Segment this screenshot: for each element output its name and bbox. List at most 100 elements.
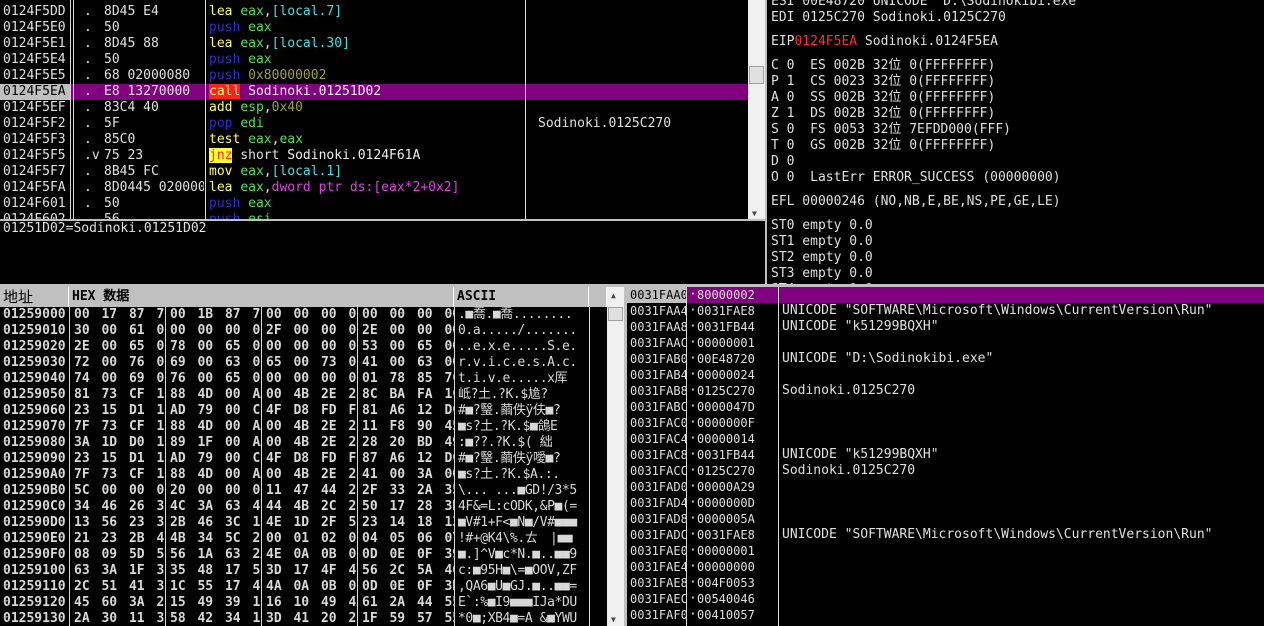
disassembly-pane[interactable]: 0124F5DD. 8D45 E4 lea eax,[local.7] 0124F5E… bbox=[0, 0, 765, 220]
dump-row[interactable]: 012590F0 08 09 5D 5E 56 1A 63 2A 4E 0A 0B 0… bbox=[0, 547, 607, 563]
dump-row[interactable]: 012590A0 7F 73 CF 11 88 4D 00 AA 00 4B 2E 2… bbox=[0, 467, 607, 483]
stack-row[interactable]: 0031FAA8 · 0031FB44 UNICODE "k51299BQXH" bbox=[627, 319, 1264, 335]
stack-value: 00000A29 bbox=[697, 480, 755, 494]
dump-row[interactable]: 01259100 63 3A 1F 39 35 48 17 5C 3D 17 4F 4… bbox=[0, 563, 607, 579]
stack-row[interactable]: 0031FAB4 · 00000024 bbox=[627, 367, 1264, 383]
stack-row[interactable]: 0031FAD4 · 0000000D bbox=[627, 495, 1264, 511]
dump-row[interactable]: 01259120 45 60 3A 25 15 49 39 1F 16 10 49 4… bbox=[0, 595, 607, 611]
stack-comment bbox=[782, 479, 1262, 495]
disassembly-row[interactable]: 0124F5F7. 8B45 FC mov eax,[local.1] bbox=[0, 164, 748, 180]
register-line[interactable]: ESI 00E48720 UNICODE "D:\Sodinokibi.exe" bbox=[771, 0, 1264, 10]
scroll-up-arrow-icon[interactable]: ▲ bbox=[611, 291, 616, 300]
disassembly-row[interactable]: 0124F5E5. 68 02000080 push 0x80000002 bbox=[0, 68, 748, 84]
disassembly-row[interactable]: 0124F5FA. 8D0445 020000 lea eax,dword ptr … bbox=[0, 180, 748, 196]
register-line[interactable]: S 0 FS 0053 32位 7EFDD000(FFF) bbox=[771, 122, 1264, 138]
dump-row[interactable]: 012590B0 5C 00 00 00 20 00 00 00 11 47 44 2… bbox=[0, 483, 607, 499]
stack-row[interactable]: 0031FAD0 · 00000A29 bbox=[627, 479, 1264, 495]
instruction-address: 0124F5F3 bbox=[3, 132, 66, 147]
dump-header-hex[interactable]: HEX 数据 bbox=[69, 287, 454, 307]
disassembly-row[interactable]: 0124F5DD. 8D45 E4 lea eax,[local.7] bbox=[0, 4, 748, 20]
disassembly-row[interactable]: 0124F5E1. 8D45 88 lea eax,[local.30] bbox=[0, 36, 748, 52]
dump-row[interactable]: 01259110 2C 51 41 36 1C 55 17 47 4A 0A 0B 0… bbox=[0, 579, 607, 595]
stack-row[interactable]: 0031FABC · 0000047D bbox=[627, 399, 1264, 415]
register-line[interactable]: Z 1 DS 002B 32位 0(FFFFFFFF) bbox=[771, 106, 1264, 122]
stack-row[interactable]: 0031FACC · 0125C270 Sodinoki.0125C270 bbox=[627, 463, 1264, 479]
disassembly-row[interactable]: 0124F601. 50 push eax bbox=[0, 196, 748, 212]
instruction-token: eax bbox=[279, 132, 303, 147]
disassembly-scrollbar[interactable]: ▼ bbox=[748, 0, 765, 220]
register-line[interactable]: EIP0124F5EA Sodinoki.0124F5EA bbox=[771, 34, 1264, 50]
stack-row[interactable]: 0031FADC · 0031FAE8 UNICODE "SOFTWARE\Micro… bbox=[627, 527, 1264, 543]
dump-row[interactable]: 01259030 72 00 76 00 69 00 63 00 65 00 73 0… bbox=[0, 355, 607, 371]
dump-row[interactable]: 01259090 23 15 D1 11 AD 79 00 C0 4F D8 FD F… bbox=[0, 451, 607, 467]
dump-row[interactable]: 01259070 7F 73 CF 11 88 4D 00 AA 00 4B 2E 2… bbox=[0, 419, 607, 435]
register-line[interactable]: O 0 LastErr ERROR_SUCCESS (00000000) bbox=[771, 170, 1264, 186]
stack-row[interactable]: 0031FAB0 · 00E48720 UNICODE "D:\Sodinokibi.… bbox=[627, 351, 1264, 367]
stack-row[interactable]: 0031FAA0 · 80000002 bbox=[627, 287, 1264, 303]
dump-row[interactable]: 01259130 2A 30 11 3B 58 42 34 11 3D 41 20 2… bbox=[0, 611, 607, 626]
register-line[interactable]: EDI 0125C270 Sodinoki.0125C270 bbox=[771, 10, 1264, 26]
dump-row[interactable]: 01259020 2E 00 65 00 78 00 65 00 00 00 00 0… bbox=[0, 339, 607, 355]
register-line[interactable]: A 0 SS 002B 32位 0(FFFFFFFF) bbox=[771, 90, 1264, 106]
stack-row[interactable]: 0031FAEC · 00540046 bbox=[627, 591, 1264, 607]
register-line[interactable]: T 0 GS 002B 32位 0(FFFFFFFF) bbox=[771, 138, 1264, 154]
dump-row[interactable]: 012590C0 34 46 26 3D 4C 3A 63 4F 44 4B 2C 2… bbox=[0, 499, 607, 515]
dump-header-ascii[interactable]: ASCII bbox=[454, 287, 589, 307]
dump-hex-group: 44 4B 2C 26 bbox=[266, 499, 358, 514]
disassembly-row[interactable]: 0124F5F3. 85C0 test eax,eax bbox=[0, 132, 748, 148]
disassembly-row[interactable]: 0124F5F2. 5F pop edi Sodinoki.0125C270 bbox=[0, 116, 748, 132]
stack-row[interactable]: 0031FAE4 · 00000000 bbox=[627, 559, 1264, 575]
scrollbar-thumb[interactable] bbox=[749, 66, 764, 84]
scrollbar-thumb[interactable] bbox=[608, 307, 623, 321]
stack-row[interactable]: 0031FAAC · 00000001 bbox=[627, 335, 1264, 351]
dump-row[interactable]: 012590E0 21 23 2B 40 4B 34 5C 25 00 01 02 0… bbox=[0, 531, 607, 547]
jump-marker: . bbox=[84, 4, 92, 19]
dump-row[interactable]: 012590D0 13 56 23 31 2B 46 3C 1E 4E 1D 2F 5… bbox=[0, 515, 607, 531]
register-line[interactable]: P 1 CS 0023 32位 0(FFFFFFFF) bbox=[771, 74, 1264, 90]
dump-header-address[interactable]: 地址 bbox=[0, 287, 69, 307]
dump-scrollbar[interactable]: ▲ ▼ bbox=[607, 287, 624, 626]
scroll-down-arrow-icon[interactable]: ▼ bbox=[752, 209, 757, 218]
register-line[interactable]: ST3 empty 0.0 bbox=[771, 266, 1264, 282]
dump-row[interactable]: 01259040 74 00 69 00 76 00 65 00 00 00 00 0… bbox=[0, 371, 607, 387]
jump-marker: . bbox=[84, 132, 92, 147]
register-line[interactable]: EFL 00000246 (NO,NB,E,BE,NS,PE,GE,LE) bbox=[771, 194, 1264, 210]
disassembly-list[interactable]: 0124F5DD. 8D45 E4 lea eax,[local.7] 0124F5E… bbox=[0, 4, 748, 220]
stack-row[interactable]: 0031FAC4 · 00000014 bbox=[627, 431, 1264, 447]
dump-row[interactable]: 01259080 3A 1D D0 11 89 1F 00 AA 00 4B 2E 2… bbox=[0, 435, 607, 451]
memory-dump-pane[interactable]: 地址 HEX 数据 ASCII 01259000 00 17 87 76 00 1B… bbox=[0, 287, 624, 626]
stack-row[interactable]: 0031FAB8 · 0125C270 Sodinoki.0125C270 bbox=[627, 383, 1264, 399]
stack-row[interactable]: 0031FAE0 · 00000001 bbox=[627, 543, 1264, 559]
dump-ascii: ■V#1+F<■N■/V#■■■ bbox=[458, 515, 577, 530]
register-line[interactable]: ST2 empty 0.0 bbox=[771, 250, 1264, 266]
stack-row[interactable]: 0031FAD8 · 0000005A bbox=[627, 511, 1264, 527]
dump-ascii: ■s?土.?K.$■鴿E bbox=[458, 419, 558, 434]
dump-row[interactable]: 01259000 00 17 87 76 00 1B 87 76 00 00 00 0… bbox=[0, 307, 607, 323]
disassembly-row[interactable]: 0124F5E0. 50 push eax bbox=[0, 20, 748, 36]
stack-comment bbox=[782, 591, 1262, 607]
dump-hex-group: 11 F8 90 45 bbox=[362, 419, 454, 434]
instruction-text: push eax bbox=[209, 196, 524, 212]
disassembly-row[interactable]: 0124F5EF. 83C4 40 add esp,0x40 bbox=[0, 100, 748, 116]
instruction-text: push 0x80000002 bbox=[209, 68, 524, 84]
dump-row[interactable]: 01259050 81 73 CF 11 88 4D 00 AA 00 4B 2E 2… bbox=[0, 387, 607, 403]
stack-row[interactable]: 0031FAC8 · 0031FB44 UNICODE "k51299BQXH" bbox=[627, 447, 1264, 463]
scroll-down-arrow-icon[interactable]: ▼ bbox=[611, 615, 616, 624]
stack-pane[interactable]: 0031FAA0 · 80000002 0031FAA4 · 0031FAE8 UNICOD… bbox=[627, 287, 1264, 626]
dump-row[interactable]: 01259010 30 00 61 00 00 00 00 00 2F 00 00 0… bbox=[0, 323, 607, 339]
dump-hex-group: 76 00 65 00 bbox=[170, 371, 262, 386]
disassembly-row[interactable]: 0124F5E4. 50 push eax bbox=[0, 52, 748, 68]
stack-row[interactable]: 0031FAA4 · 0031FAE8 UNICODE "SOFTWARE\Micro… bbox=[627, 303, 1264, 319]
disassembly-row[interactable]: 0124F5EA. E8 13270000 call Sodinoki.01251D… bbox=[0, 84, 748, 100]
register-line[interactable]: C 0 ES 002B 32位 0(FFFFFFFF) bbox=[771, 58, 1264, 74]
instruction-text: push eax bbox=[209, 20, 524, 36]
stack-row[interactable]: 0031FAE8 · 004F0053 bbox=[627, 575, 1264, 591]
stack-row[interactable]: 0031FAC0 · 0000000F bbox=[627, 415, 1264, 431]
dump-row[interactable]: 01259060 23 15 D1 11 AD 79 00 C0 4F D8 FD F… bbox=[0, 403, 607, 419]
registers-pane[interactable]: ESI 00E48720 UNICODE "D:\Sodinokibi.exe"… bbox=[767, 0, 1264, 284]
disassembly-row[interactable]: 0124F5F5 .v 75 23 jnz short Sodinoki.0124F6… bbox=[0, 148, 748, 164]
register-line[interactable]: ST1 empty 0.0 bbox=[771, 234, 1264, 250]
register-line[interactable]: ST0 empty 0.0 bbox=[771, 218, 1264, 234]
register-line[interactable]: D 0 bbox=[771, 154, 1264, 170]
stack-row[interactable]: 0031FAF0 · 00410057 bbox=[627, 607, 1264, 623]
